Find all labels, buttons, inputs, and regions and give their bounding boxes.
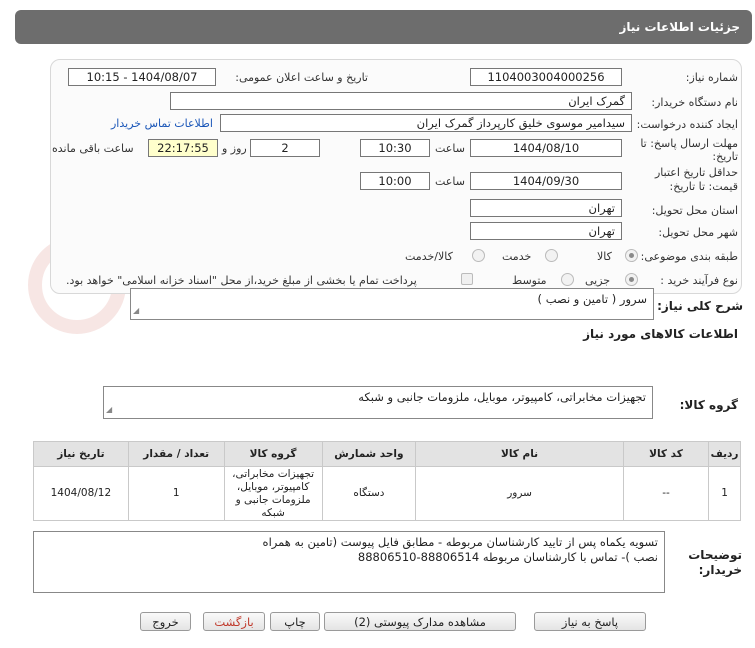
category-option-goods: کالا	[597, 250, 612, 263]
goods-group-textarea[interactable]: تجهیزات مخابراتی، کامپیوتر، موبایل، ملزو…	[103, 386, 653, 419]
summary-textarea[interactable]: سرور ( تامین و نصب ) ◢	[130, 288, 654, 320]
summary-text: سرور ( تامین و نصب )	[537, 292, 647, 306]
creator-label: ایجاد کننده درخواست:	[636, 118, 738, 131]
creator-field: سیدامیر موسوی خلیق کارپرداز گمرک ایران	[220, 114, 632, 132]
deadline-date-field: 1404/08/10	[470, 139, 622, 157]
col-header-qty: تعداد / مقدار	[127, 441, 225, 467]
resize-grip-icon[interactable]: ◢	[106, 402, 112, 417]
buyer-org-field: گمرک ایران	[170, 92, 632, 110]
page-title: جزئیات اطلاعات نیاز	[619, 20, 740, 34]
col-header-group: گروه کالا	[223, 441, 323, 467]
days-field: 2	[250, 139, 320, 157]
cell-code: --	[622, 466, 710, 521]
category-option-service: خدمت	[502, 250, 532, 263]
category-option-both: کالا/خدمت	[405, 250, 453, 263]
cell-row-number: 1	[708, 466, 741, 521]
col-header-code: کد کالا	[622, 441, 710, 467]
cell-unit: دستگاه	[321, 466, 417, 521]
deadline-time-field: 10:30	[360, 139, 430, 157]
back-button[interactable]: بازگشت	[203, 612, 265, 631]
announce-label: تاریخ و ساعت اعلان عمومی:	[235, 71, 368, 84]
validity-date-field: 1404/09/30	[470, 172, 622, 190]
cell-qty: 1	[127, 466, 225, 521]
buyer-contact-link[interactable]: اطلاعات تماس خریدار	[111, 117, 213, 130]
view-attachments-button[interactable]: مشاهده مدارک پیوستی (2)	[324, 612, 516, 631]
process-radio-minor[interactable]	[625, 273, 638, 286]
notes-line-1: تسویه یکماه پس از تایید کارشناسان مربوطه…	[262, 535, 658, 549]
announce-field: 1404/08/07 - 10:15	[68, 68, 216, 86]
summary-label: شرح کلی نیاز:	[657, 299, 743, 313]
days-label: روز و	[222, 142, 247, 155]
process-option-medium: متوسط	[512, 274, 547, 287]
notes-label-line1: توضیحات	[688, 548, 742, 562]
print-button[interactable]: چاپ	[270, 612, 320, 631]
page-header: جزئیات اطلاعات نیاز	[15, 10, 752, 44]
reply-button[interactable]: پاسخ به نیاز	[534, 612, 646, 631]
notes-label-line2: خریدار:	[698, 563, 742, 577]
table-header-row: ردیف کد کالا نام کالا واحد شمارش گروه کا…	[33, 441, 741, 467]
cell-group: تجهیزات مخابراتی، کامپیوتر، موبایل، ملزو…	[223, 466, 323, 521]
category-label: طبقه بندی موضوعی:	[640, 250, 738, 263]
notes-line-2: نصب )- تماس با کارشناسان مربوطه 88806514…	[357, 550, 658, 564]
validity-time-field: 10:00	[360, 172, 430, 190]
category-radio-service[interactable]	[545, 249, 558, 262]
process-label: نوع فرآیند خرید :	[660, 274, 738, 287]
col-header-row-number: ردیف	[708, 441, 741, 467]
validity-label-line1: حداقل تاریخ اعتبار	[654, 166, 738, 179]
deadline-label-line1: مهلت ارسال پاسخ: تا	[640, 137, 738, 150]
process-radio-medium[interactable]	[561, 273, 574, 286]
treasury-payment-note: پرداخت تمام یا بخشی از مبلغ خرید،از محل …	[66, 274, 417, 287]
col-header-name: نام کالا	[415, 441, 624, 467]
deadline-time-label: ساعت	[435, 142, 465, 155]
goods-section-title: اطلاعات کالاهای مورد نیاز	[583, 327, 738, 341]
resize-grip-icon[interactable]: ◢	[133, 303, 139, 318]
need-number-field: 1104003004000256	[470, 68, 622, 86]
category-radio-goods[interactable]	[625, 249, 638, 262]
table-row[interactable]: 1 -- سرور دستگاه تجهیزات مخابراتی، کامپی…	[33, 466, 741, 521]
treasury-payment-checkbox[interactable]	[461, 273, 473, 285]
cell-name: سرور	[415, 466, 624, 521]
province-field: تهران	[470, 199, 622, 217]
col-header-date: تاریخ نیاز	[33, 441, 129, 467]
category-radio-both[interactable]	[472, 249, 485, 262]
city-field: تهران	[470, 222, 622, 240]
remaining-label: ساعت باقی مانده	[52, 142, 134, 155]
goods-group-text: تجهیزات مخابراتی، کامپیوتر، موبایل، ملزو…	[358, 390, 646, 404]
exit-button[interactable]: خروج	[140, 612, 191, 631]
goods-group-label: گروه کالا:	[679, 398, 738, 412]
notes-textarea[interactable]: تسویه یکماه پس از تایید کارشناسان مربوطه…	[33, 531, 665, 593]
cell-date: 1404/08/12	[33, 466, 129, 521]
validity-label-line2: قیمت: تا تاریخ:	[669, 180, 738, 193]
deadline-label-line2: تاریخ:	[712, 150, 738, 163]
col-header-unit: واحد شمارش	[321, 441, 417, 467]
buyer-org-label: نام دستگاه خریدار:	[651, 96, 738, 109]
need-number-label: شماره نیاز:	[685, 71, 738, 84]
validity-time-label: ساعت	[435, 175, 465, 188]
goods-table: ردیف کد کالا نام کالا واحد شمارش گروه کا…	[33, 441, 741, 521]
remaining-time-field: 22:17:55	[148, 139, 218, 157]
city-label: شهر محل تحویل:	[658, 226, 738, 239]
province-label: استان محل تحویل:	[651, 204, 738, 217]
process-option-minor: جزیی	[585, 274, 611, 287]
